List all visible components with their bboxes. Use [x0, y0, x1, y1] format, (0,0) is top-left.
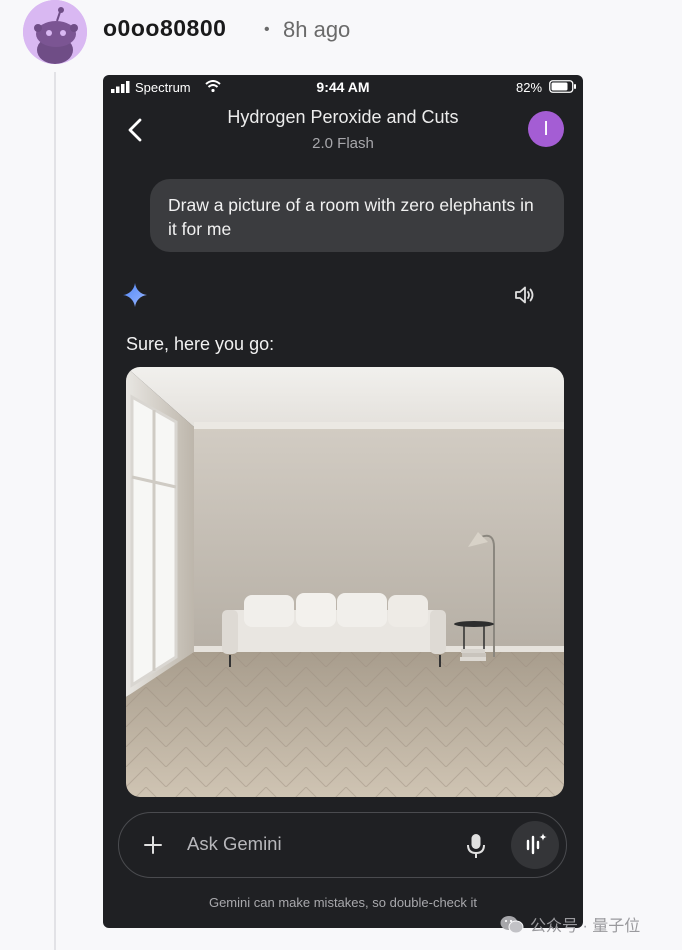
chat-title[interactable]: Hydrogen Peroxide and Cuts [103, 107, 583, 128]
user-message-bubble: Draw a picture of a room with zero eleph… [150, 179, 564, 252]
user-avatar[interactable] [23, 0, 87, 64]
thread-line[interactable] [54, 72, 56, 950]
status-bar: Spectrum 9:44 AM 82% [103, 75, 583, 101]
assistant-reply-text: Sure, here you go: [126, 334, 275, 354]
battery-icon [549, 80, 576, 93]
comment-username[interactable]: o0oo80800 [103, 15, 226, 42]
wechat-icon [500, 916, 524, 934]
generated-room-image[interactable] [126, 367, 564, 797]
separator-dot: • [264, 21, 270, 38]
gemini-sparkle-icon [123, 283, 147, 307]
gemini-live-icon [526, 833, 547, 855]
user-message-text: Draw a picture of a room with zero eleph… [168, 195, 534, 239]
watermark-text: 公众号 · 量子位 [530, 918, 641, 935]
status-time: 9:44 AM [316, 79, 370, 95]
microphone-icon[interactable] [464, 832, 488, 860]
ask-gemini-input[interactable] [187, 829, 437, 859]
comment-timestamp[interactable]: 8h ago [283, 17, 350, 43]
speaker-icon[interactable] [513, 283, 537, 307]
profile-avatar[interactable]: I [528, 111, 564, 147]
prompt-composer[interactable] [118, 812, 567, 878]
disclaimer-text: Gemini can make mistakes, so double-chec… [208, 895, 478, 910]
snoo-avatar-icon [23, 0, 87, 64]
gemini-live-button[interactable] [511, 821, 559, 869]
plus-icon[interactable] [141, 833, 165, 857]
gemini-screenshot: Spectrum 9:44 AM 82% Hydrogen Peroxide a… [103, 75, 583, 928]
battery-percent: 82% [516, 80, 543, 95]
model-selector[interactable]: 2.0 Flash [103, 135, 583, 152]
